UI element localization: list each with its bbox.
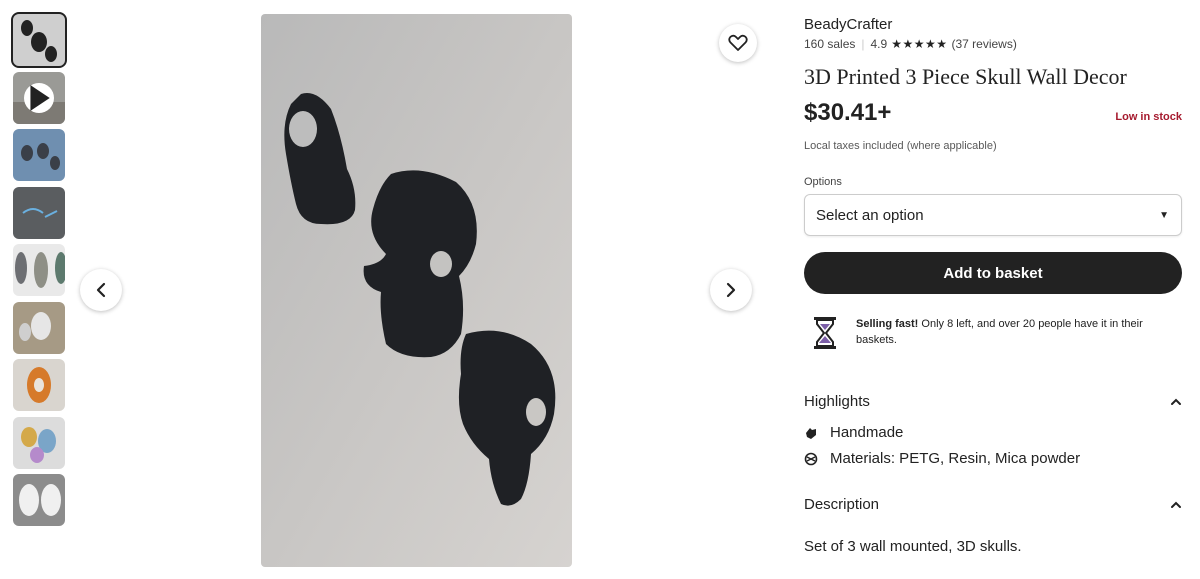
- product-title: 3D Printed 3 Piece Skull Wall Decor: [804, 64, 1127, 89]
- sales-count: 160 sales: [804, 37, 856, 51]
- highlight-handmade: Handmade: [804, 424, 1182, 441]
- materials-icon: [804, 452, 822, 466]
- chevron-left-icon: [96, 282, 106, 298]
- star-rating-icon: ★★★★★: [891, 37, 948, 51]
- scarcity-bold: Selling fast!: [856, 318, 919, 330]
- caret-down-icon: ▼: [1159, 209, 1169, 221]
- highlights-heading: Highlights: [804, 393, 870, 410]
- options-select-value: Select an option: [816, 206, 924, 224]
- thumbnail-3[interactable]: [13, 129, 65, 181]
- next-image-button[interactable]: [710, 269, 752, 311]
- highlights-section: Highlights Handmade Materials: PETG, Res…: [804, 393, 1182, 467]
- options-select[interactable]: Select an option ▼: [804, 194, 1182, 236]
- options-label: Options: [804, 176, 842, 188]
- shop-name-link[interactable]: BeadyCrafter: [804, 16, 1182, 33]
- thumbnail-6[interactable]: [13, 301, 65, 354]
- previous-image-button[interactable]: [80, 269, 122, 311]
- thumbnail-5[interactable]: [13, 244, 65, 296]
- description-text: Set of 3 wall mounted, 3D skulls.: [804, 538, 1022, 555]
- play-icon: [24, 82, 54, 113]
- description-toggle[interactable]: Description: [804, 496, 1182, 513]
- heart-icon: [728, 34, 748, 51]
- thumbnail-8[interactable]: [13, 416, 65, 469]
- chevron-up-icon: [1171, 501, 1181, 508]
- highlights-toggle[interactable]: Highlights: [804, 393, 1182, 410]
- chevron-up-icon: [1171, 398, 1181, 405]
- scarcity-notice: Selling fast! Only 8 left, and over 20 p…: [804, 316, 1182, 355]
- hourglass-icon: [812, 316, 838, 355]
- hand-icon: [804, 426, 822, 440]
- description-heading: Description: [804, 496, 880, 513]
- product-details-panel: BeadyCrafter 160 sales | 4.9 ★★★★★ (37 r…: [804, 16, 1182, 555]
- thumbnail-9[interactable]: [13, 474, 65, 526]
- thumbnail-strip: [11, 12, 67, 532]
- chevron-right-icon: [726, 282, 736, 298]
- thumbnail-video[interactable]: [13, 71, 65, 124]
- scarcity-text: Selling fast! Only 8 left, and over 20 p…: [856, 316, 1182, 348]
- highlight-materials: Materials: PETG, Resin, Mica powder: [804, 450, 1182, 467]
- thumbnail-4[interactable]: [13, 186, 65, 239]
- thumbnail-7[interactable]: [13, 359, 65, 411]
- main-product-image: [261, 14, 572, 567]
- reviews-link[interactable]: (37 reviews): [951, 37, 1016, 51]
- product-price: $30.41+: [804, 99, 892, 126]
- add-to-basket-button[interactable]: Add to basket: [804, 252, 1182, 294]
- tax-note: Local taxes included (where applicable): [804, 140, 997, 152]
- stock-status: Low in stock: [1115, 111, 1182, 123]
- thumbnail-1[interactable]: [11, 12, 67, 68]
- favorite-button[interactable]: [719, 24, 757, 62]
- rating-value: 4.9: [870, 37, 888, 51]
- highlight-handmade-text: Handmade: [830, 424, 904, 441]
- shop-meta: 160 sales | 4.9 ★★★★★ (37 reviews): [804, 37, 1182, 51]
- meta-separator: |: [861, 37, 865, 51]
- highlight-materials-text: Materials: PETG, Resin, Mica powder: [830, 450, 1081, 467]
- price-row: $30.41+ Low in stock: [804, 99, 1182, 127]
- description-section: Description Set of 3 wall mounted, 3D sk…: [804, 496, 1182, 555]
